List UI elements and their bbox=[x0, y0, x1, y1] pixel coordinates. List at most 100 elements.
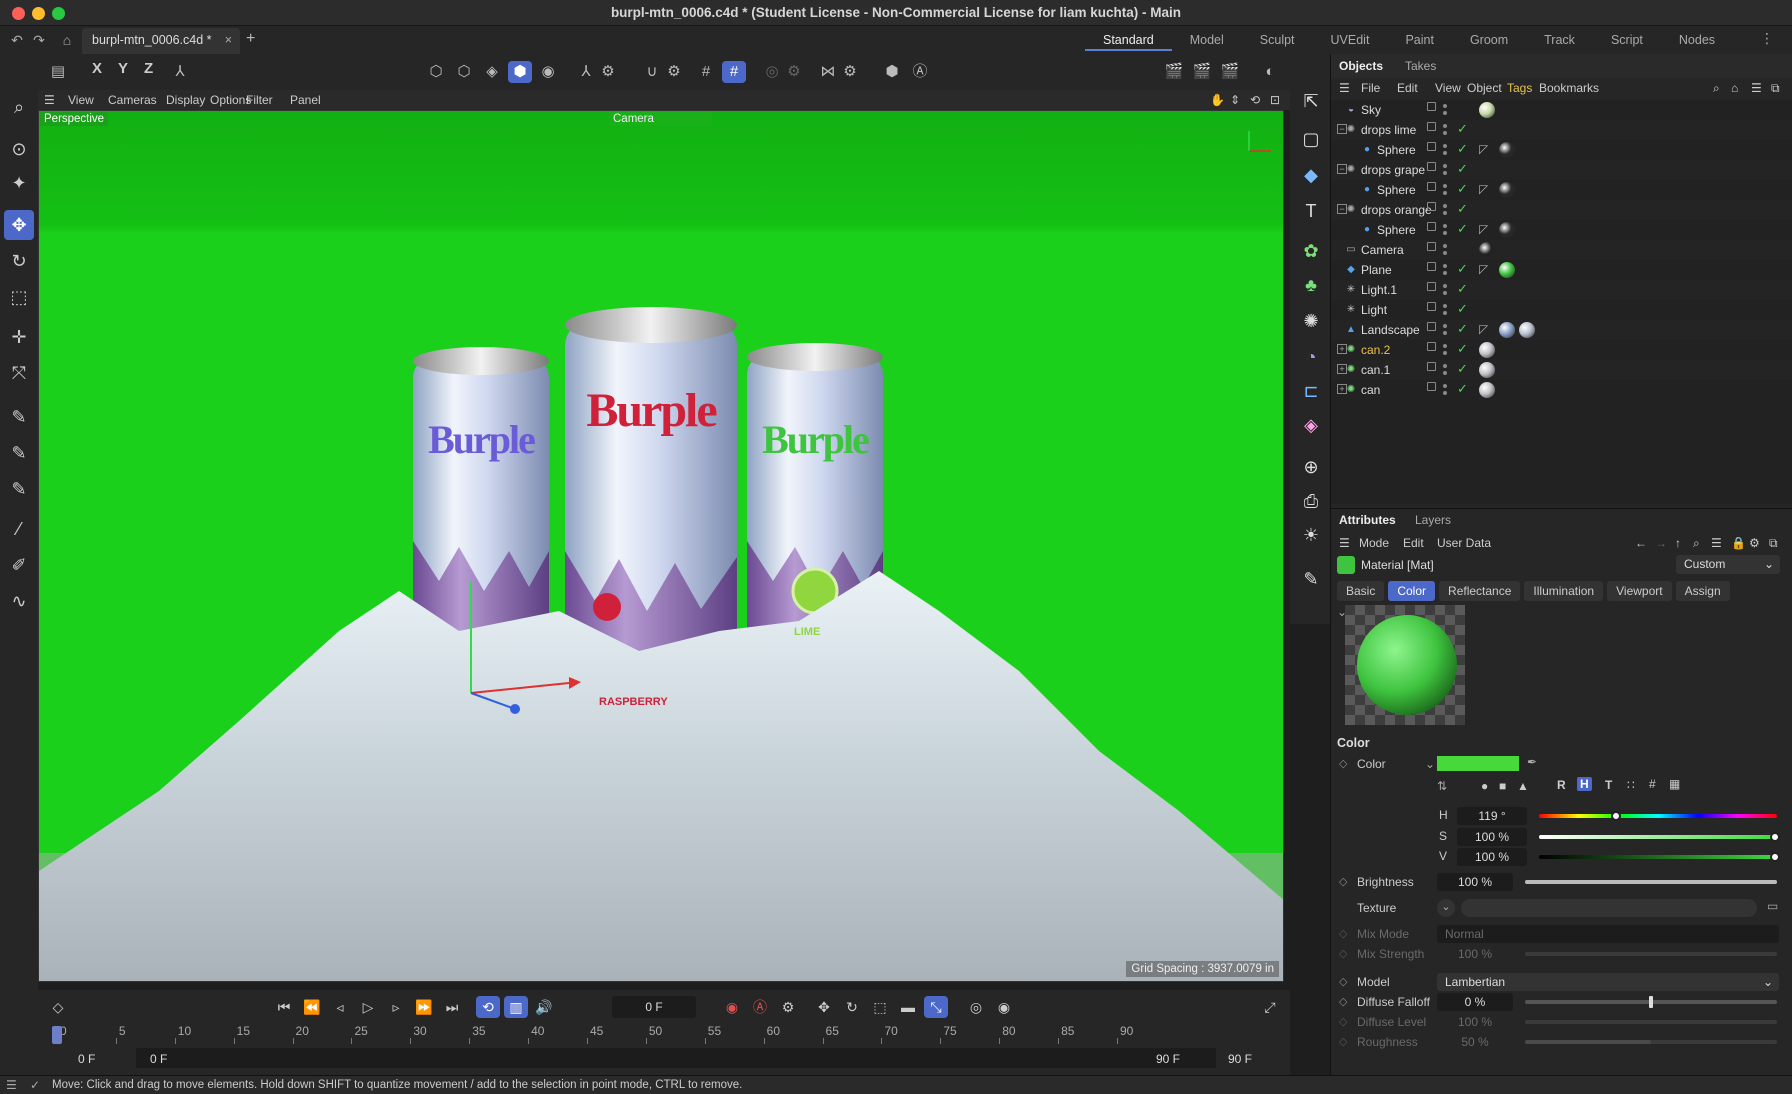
object-row[interactable]: + ✺ can.2 ✓ bbox=[1331, 340, 1792, 360]
subtab-assign[interactable]: Assign bbox=[1675, 581, 1730, 601]
visibility-toggle[interactable] bbox=[1427, 202, 1447, 217]
smooth-tool-icon[interactable]: ∿ bbox=[4, 586, 34, 616]
swatches-icon[interactable]: ▦ bbox=[1669, 777, 1680, 791]
objects-search-icon[interactable]: ⌕ bbox=[1713, 81, 1720, 96]
viewport-menu-view[interactable]: View bbox=[68, 93, 94, 107]
value-knob[interactable] bbox=[1770, 852, 1780, 862]
subtab-illumination[interactable]: Illumination bbox=[1524, 581, 1604, 601]
playhead[interactable] bbox=[52, 1026, 62, 1044]
value-slider[interactable] bbox=[1539, 852, 1780, 862]
visibility-toggle[interactable] bbox=[1427, 322, 1447, 337]
model-keyframe-icon[interactable]: ◇ bbox=[1339, 975, 1347, 988]
simulation-icon[interactable]: ◈ bbox=[1296, 410, 1326, 440]
enabled-check-icon[interactable]: ✓ bbox=[1457, 161, 1468, 177]
saturation-slider[interactable] bbox=[1539, 832, 1780, 842]
point-level-icon[interactable]: ⤡ bbox=[924, 996, 948, 1018]
playback-rate-icon[interactable]: ▥ bbox=[504, 996, 528, 1018]
rotation-key-icon[interactable]: ↻ bbox=[840, 996, 864, 1018]
snap-icon[interactable]: ∪ bbox=[640, 61, 664, 83]
transform-tool-icon[interactable]: ✛ bbox=[4, 322, 34, 352]
scale-key-icon[interactable]: ⬚ bbox=[868, 996, 892, 1018]
points-mode-icon[interactable]: ⬡ bbox=[424, 61, 448, 83]
phong-tag-icon[interactable]: ◸ bbox=[1479, 182, 1495, 198]
grid-snap-icon[interactable]: # bbox=[722, 61, 746, 83]
hex-icon[interactable]: # bbox=[1649, 777, 1656, 791]
texture-folder-icon[interactable]: ▭ bbox=[1767, 899, 1778, 913]
param-key-icon[interactable]: ▬ bbox=[896, 996, 920, 1018]
hue-slider[interactable] bbox=[1539, 811, 1777, 821]
frame-ruler[interactable]: 0 5 10 15 20 25 30 35 40 45 50 55 60 65 70 75 80 85 90 bbox=[48, 1022, 1280, 1044]
mixer-icon[interactable]: ∷ bbox=[1627, 778, 1635, 792]
material-tag-icon[interactable] bbox=[1479, 362, 1495, 378]
object-row[interactable]: − ✺ drops grape ✓ bbox=[1331, 160, 1792, 180]
live-selection-icon[interactable]: ✦ bbox=[4, 168, 34, 198]
rgb-mode-button[interactable]: R bbox=[1557, 778, 1566, 792]
text-icon[interactable]: T bbox=[1296, 196, 1326, 226]
enabled-check-icon[interactable]: ✓ bbox=[1457, 281, 1468, 297]
edit-icon[interactable]: ✎ bbox=[1296, 564, 1326, 594]
attributes-settings-icon[interactable]: ⚙ bbox=[1749, 536, 1760, 550]
key-settings-icon[interactable]: ⚙ bbox=[776, 996, 800, 1018]
placement-tool-icon[interactable]: ⤧ bbox=[4, 358, 34, 388]
timeline-settings-icon[interactable]: ◉ bbox=[992, 996, 1016, 1018]
layout-tab-uvedit[interactable]: UVEdit bbox=[1313, 31, 1388, 51]
layout-tab-track[interactable]: Track bbox=[1526, 31, 1593, 51]
brightness-slider[interactable] bbox=[1525, 880, 1777, 884]
hue-field[interactable]: 119 ° bbox=[1457, 807, 1527, 825]
timeline-end-a[interactable]: 90 F bbox=[1156, 1052, 1180, 1066]
material-tag-icon[interactable] bbox=[1499, 142, 1515, 158]
viewport-menu-cameras[interactable]: Cameras bbox=[108, 93, 157, 107]
next-frame-icon[interactable]: ▹ bbox=[384, 996, 408, 1018]
attributes-menu-mode[interactable]: Mode bbox=[1359, 536, 1389, 550]
diffuse-level-field[interactable]: 100 % bbox=[1437, 1013, 1513, 1031]
visibility-toggle[interactable] bbox=[1427, 222, 1447, 237]
visibility-toggle[interactable] bbox=[1427, 162, 1447, 177]
perspective-label[interactable]: Perspective bbox=[40, 112, 109, 126]
home-icon[interactable]: ⌂ bbox=[56, 30, 78, 50]
autokey-icon[interactable]: Ⓐ bbox=[748, 996, 772, 1018]
object-row[interactable]: + ✺ can ✓ bbox=[1331, 380, 1792, 400]
dolly-icon[interactable]: ⇕ bbox=[1230, 93, 1240, 107]
tab-attributes[interactable]: Attributes bbox=[1339, 513, 1396, 527]
soft-selection-icon[interactable]: ◎ bbox=[760, 61, 784, 83]
model-mode-icon[interactable]: ⬢ bbox=[508, 61, 532, 83]
visibility-toggle[interactable] bbox=[1427, 302, 1447, 317]
timeline-start-b[interactable]: 0 F bbox=[150, 1052, 167, 1066]
play-icon[interactable]: ▷ bbox=[356, 996, 380, 1018]
object-row[interactable]: ▲ Landscape ✓ ◸ bbox=[1331, 320, 1792, 340]
enabled-check-icon[interactable]: ✓ bbox=[1457, 321, 1468, 337]
roughness-slider[interactable] bbox=[1525, 1040, 1777, 1044]
orbit-icon[interactable]: ⟲ bbox=[1250, 93, 1260, 107]
kelvin-mode-button[interactable]: T bbox=[1605, 778, 1612, 792]
diffuse-level-slider[interactable] bbox=[1525, 1020, 1777, 1024]
fields-icon[interactable]: ◔ bbox=[1296, 342, 1326, 372]
sketch-tool-icon[interactable]: ✎ bbox=[4, 438, 34, 468]
attributes-newwindow-icon[interactable]: ⧉ bbox=[1769, 536, 1778, 551]
visibility-toggle[interactable] bbox=[1427, 342, 1447, 357]
render-settings-icon[interactable]: 🎬 bbox=[1218, 61, 1242, 83]
texture-mode-icon[interactable]: ◉ bbox=[536, 61, 560, 83]
model-dropdown[interactable]: Lambertian ⌄ bbox=[1437, 973, 1779, 991]
object-row[interactable]: ◆ Plane ✓ ◸ bbox=[1331, 260, 1792, 280]
timeline-expand-icon[interactable]: ⤢ bbox=[1258, 996, 1282, 1018]
new-tab-button[interactable]: + bbox=[246, 30, 255, 48]
pan-icon[interactable]: ✋ bbox=[1210, 93, 1225, 107]
layout-tab-standard[interactable]: Standard bbox=[1085, 31, 1172, 51]
paint-tool-icon[interactable]: ✐ bbox=[4, 550, 34, 580]
status-menu-icon[interactable]: ☰ bbox=[6, 1078, 17, 1092]
enabled-check-icon[interactable]: ✓ bbox=[1457, 301, 1468, 317]
attributes-menu-edit[interactable]: Edit bbox=[1403, 536, 1424, 550]
subtab-basic[interactable]: Basic bbox=[1337, 581, 1385, 601]
saturation-field[interactable]: 100 % bbox=[1457, 828, 1527, 846]
rotate-tool-icon[interactable]: ↻ bbox=[4, 246, 34, 276]
enabled-check-icon[interactable]: ✓ bbox=[1457, 121, 1468, 137]
document-tab[interactable]: burpl-mtn_0006.c4d * × bbox=[82, 28, 240, 54]
attributes-lock-icon[interactable]: 🔒 bbox=[1731, 536, 1746, 550]
color-chevron-icon[interactable]: ⌄ bbox=[1425, 757, 1435, 771]
generators-icon[interactable]: ✿ bbox=[1296, 236, 1326, 266]
cube-outline-icon[interactable]: ▢ bbox=[1296, 124, 1326, 154]
brush-tool-icon[interactable]: ⁄ bbox=[4, 514, 34, 544]
enabled-check-icon[interactable]: ✓ bbox=[1457, 261, 1468, 277]
objects-home-icon[interactable]: ⌂ bbox=[1731, 81, 1738, 95]
camera-label[interactable]: Camera bbox=[609, 112, 712, 126]
